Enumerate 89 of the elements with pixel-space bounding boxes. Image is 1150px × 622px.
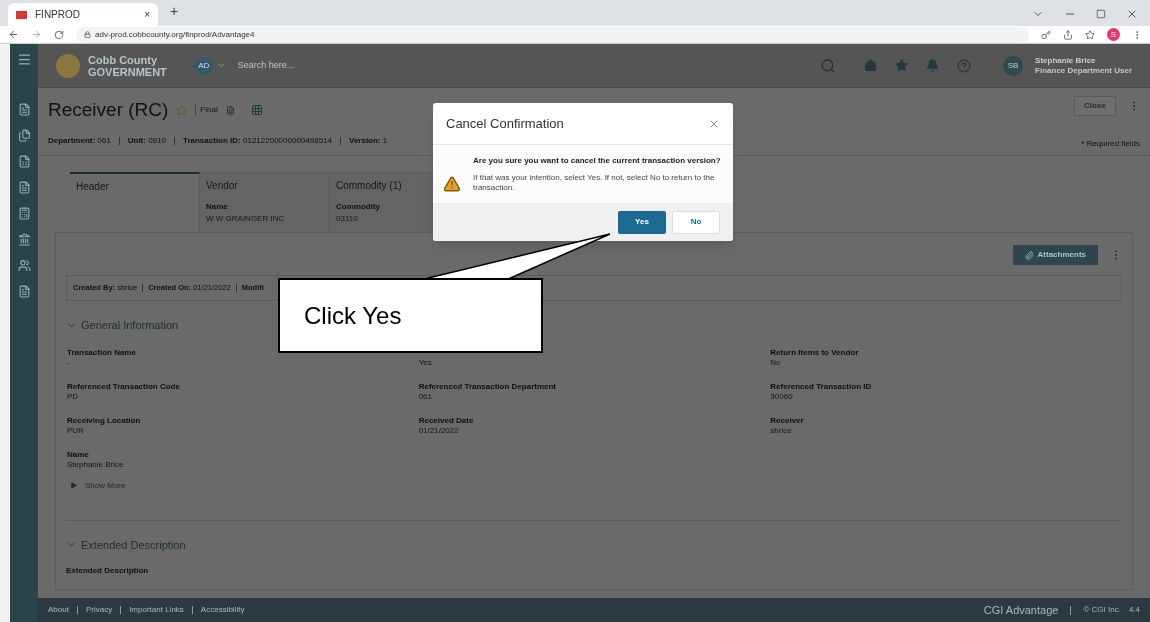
field-label: Name	[67, 449, 90, 460]
dialog-title: Cancel Confirmation	[446, 114, 565, 133]
expand-triangle-icon[interactable]	[70, 482, 77, 489]
field-label: Receiver	[770, 415, 805, 426]
menu-icon[interactable]	[16, 52, 32, 67]
tab-close[interactable]: ×	[144, 7, 150, 22]
yes-button[interactable]: Yes	[618, 210, 666, 234]
bell-icon[interactable]	[926, 59, 940, 72]
field-value: -	[67, 357, 71, 368]
brand-text: CGI Advantage	[983, 602, 1059, 618]
meta-item: Version: 1	[349, 134, 388, 147]
user-name: Stephanie Brice	[1035, 55, 1097, 66]
search-field[interactable]: Search here...	[237, 58, 358, 73]
no-button[interactable]: No	[672, 210, 720, 234]
field-value: PUR	[67, 425, 85, 436]
home-icon[interactable]	[864, 59, 878, 72]
warning-icon	[443, 175, 461, 193]
forward-icon[interactable]	[31, 29, 42, 40]
footer-link[interactable]: Accessibility	[200, 604, 245, 616]
field-value: No	[770, 357, 782, 368]
user-avatar[interactable]: SB	[1003, 55, 1024, 76]
meta-item: Department: 061	[48, 134, 111, 147]
footer-link[interactable]: About	[48, 604, 69, 616]
field-value: 061	[418, 391, 433, 402]
chevron-down-icon[interactable]	[216, 61, 226, 70]
tab[interactable]: Header	[70, 172, 200, 232]
copyright: © CGI Inc.	[1083, 604, 1121, 616]
document-icon[interactable]	[17, 181, 31, 194]
field-label: Transaction Name	[67, 347, 137, 358]
logo-text: GOVERNMENT	[88, 65, 167, 78]
user-role: Finance Department User	[1035, 65, 1132, 76]
field-label: Extended Description	[66, 565, 150, 577]
bookmark-star-icon[interactable]	[1085, 29, 1095, 40]
footer-link[interactable]: Privacy	[85, 604, 113, 616]
grid-icon[interactable]	[250, 104, 263, 117]
restore-icon[interactable]	[1096, 9, 1106, 19]
back-icon[interactable]	[8, 29, 19, 40]
browser-tab[interactable]: FINPROD ×	[8, 3, 158, 26]
document-icon[interactable]	[17, 285, 31, 298]
star-icon[interactable]	[895, 59, 909, 72]
field-label: Return Items to Vendor	[770, 347, 860, 358]
scope-badge[interactable]: AD	[194, 56, 213, 75]
calculator-icon[interactable]	[17, 207, 31, 220]
field-value: Stephanie Brice	[67, 459, 125, 470]
version: 4.4	[1128, 604, 1140, 616]
spreadsheet-icon[interactable]	[17, 155, 31, 168]
field-value: PD	[67, 391, 80, 402]
paperclip-icon	[1024, 250, 1034, 260]
field-value: 01/21/2022	[418, 425, 460, 436]
field-value: 30060	[770, 391, 794, 402]
meta-item: Transaction ID: 01212200000000498514	[182, 134, 332, 147]
documents-icon[interactable]	[17, 129, 31, 142]
status-label: Final	[195, 104, 218, 117]
document-icon[interactable]	[17, 103, 31, 116]
lock-icon	[84, 31, 91, 38]
field-label: Referenced Transaction Department	[418, 381, 558, 392]
section-title: General Information	[81, 318, 179, 333]
county-seal-icon	[56, 53, 80, 78]
field-label: Receiving Location	[67, 415, 142, 426]
section-title: Extended Description	[81, 537, 186, 553]
close-icon[interactable]	[1126, 8, 1138, 20]
share-icon[interactable]	[1063, 29, 1073, 40]
tab[interactable]: Vendor Name W W GRAINGER INC	[200, 172, 330, 232]
key-icon[interactable]	[1041, 29, 1051, 40]
profile-avatar[interactable]: S	[1107, 28, 1120, 41]
logo-text: Cobb County	[88, 53, 159, 66]
help-icon[interactable]	[957, 58, 972, 73]
document-icon[interactable]	[225, 105, 235, 115]
field-value: sbrice	[770, 425, 793, 436]
field-label: Referenced Transaction Code	[67, 381, 181, 392]
field-value: Yes	[418, 357, 433, 368]
page-title: Receiver (RC)	[48, 98, 169, 122]
tab-title: FINPROD	[35, 8, 81, 22]
reload-icon[interactable]	[54, 29, 64, 40]
users-icon[interactable]	[17, 259, 31, 272]
search-icon[interactable]	[820, 57, 837, 74]
field-label: Referenced Transaction ID	[770, 381, 873, 392]
building-icon[interactable]	[17, 233, 31, 246]
meta-item: Unit: 0910	[127, 134, 166, 147]
footer-link[interactable]: Important Links	[129, 604, 184, 616]
attachments-button[interactable]: Attachments	[1012, 245, 1098, 265]
field-label: Received Date	[418, 415, 475, 426]
favorite-star-icon[interactable]	[176, 104, 188, 116]
dialog-question: Are you sure you want to cancel the current transaction version?	[473, 155, 722, 167]
dialog-message: If that was your intention, select Yes. If not, select No to return to the transaction.	[473, 173, 716, 193]
required-note: * Required fields	[1081, 138, 1140, 150]
new-tab-button[interactable]: +	[170, 1, 179, 22]
favicon-icon	[16, 10, 27, 19]
address-field[interactable]: adv-prod.cobbcounty.org/finprod/Advantage4	[76, 26, 1029, 43]
